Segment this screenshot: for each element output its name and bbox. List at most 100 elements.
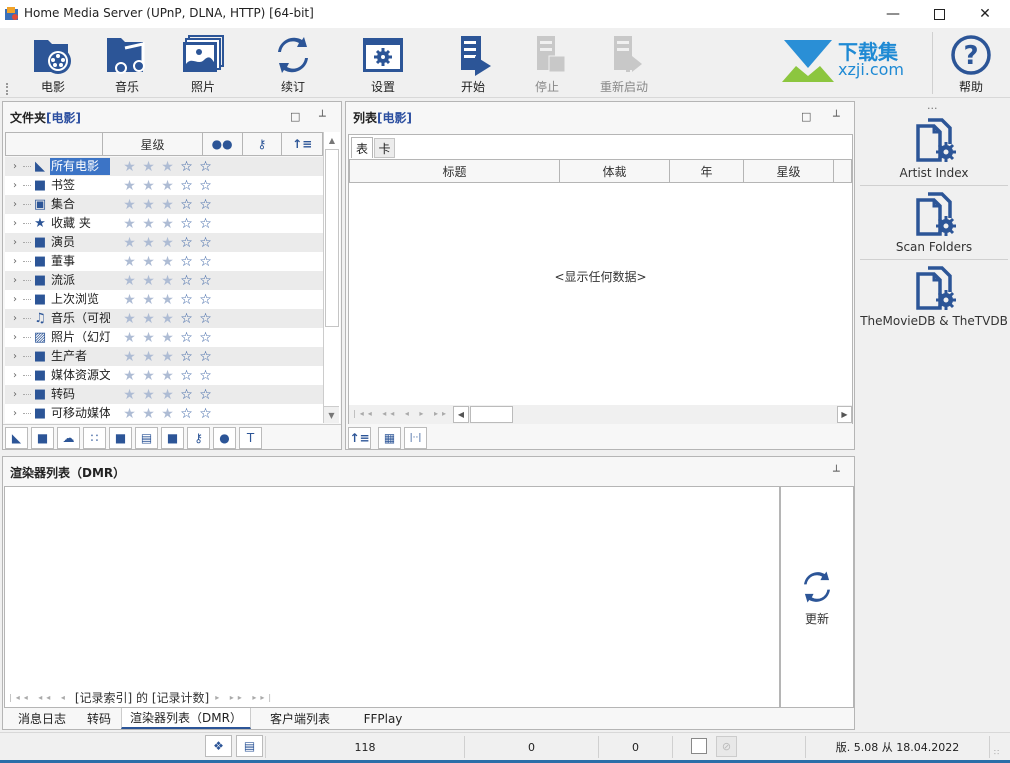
star-filled-icon[interactable]: ★	[158, 350, 177, 364]
star-filled-icon[interactable]: ★	[139, 217, 158, 231]
settings-button[interactable]: 设置	[358, 34, 408, 96]
open-folder-edit-button[interactable]: ◣	[5, 427, 28, 449]
folder-tree-row[interactable]: › ■ 演员 ★ ★ ★ ☆ ☆	[5, 233, 323, 252]
bottom-tab[interactable]: 客户端列表	[251, 708, 349, 729]
star-filled-icon[interactable]: ★	[120, 312, 139, 326]
folder-tree-row[interactable]: › ■ 书签 ★ ★ ★ ☆ ☆	[5, 176, 323, 195]
rating-stars[interactable]: ★ ★ ★ ☆ ☆	[120, 407, 215, 421]
star-filled-icon[interactable]: ★	[139, 388, 158, 402]
star-empty-icon[interactable]: ☆	[196, 160, 215, 174]
star-filled-icon[interactable]: ★	[158, 198, 177, 212]
column-header-rating[interactable]: 星级	[744, 160, 834, 182]
status-network-button[interactable]: ❖	[205, 735, 232, 757]
star-empty-icon[interactable]: ☆	[196, 407, 215, 421]
star-filled-icon[interactable]: ★	[120, 274, 139, 288]
rating-stars[interactable]: ★ ★ ★ ☆ ☆	[120, 198, 215, 212]
star-filled-icon[interactable]: ★	[120, 331, 139, 345]
rating-stars[interactable]: ★ ★ ★ ☆ ☆	[120, 255, 215, 269]
hscroll-right-arrow[interactable]: ▶	[837, 406, 852, 423]
record-nav-prev-arrows[interactable]: |◂◂ ◂◂ ◂	[9, 693, 69, 702]
rating-stars[interactable]: ★ ★ ★ ☆ ☆	[120, 179, 215, 193]
star-empty-icon[interactable]: ☆	[177, 350, 196, 364]
rating-stars[interactable]: ★ ★ ★ ☆ ☆	[120, 350, 215, 364]
star-filled-icon[interactable]: ★	[139, 350, 158, 364]
star-filled-icon[interactable]: ★	[158, 236, 177, 250]
grid-dots-button[interactable]: ∷	[83, 427, 106, 449]
restart-button[interactable]: 重新启动	[596, 34, 652, 96]
star-empty-icon[interactable]: ☆	[196, 293, 215, 307]
rating-stars[interactable]: ★ ★ ★ ☆ ☆	[120, 160, 215, 174]
close-button[interactable]: ✕	[962, 0, 1008, 28]
star-empty-icon[interactable]: ☆	[196, 312, 215, 326]
key-button[interactable]: ⚷	[187, 427, 210, 449]
expand-chevron-icon[interactable]: ›	[13, 275, 23, 286]
expand-chevron-icon[interactable]: ›	[13, 351, 23, 362]
star-empty-icon[interactable]: ☆	[177, 388, 196, 402]
star-filled-icon[interactable]: ★	[139, 274, 158, 288]
status-checkbox[interactable]	[691, 738, 707, 754]
column-fit-button[interactable]: |··|	[404, 427, 427, 449]
column-header-name[interactable]	[6, 133, 104, 155]
side-item-scan-folders[interactable]: Scan Folders	[858, 190, 1010, 254]
star-filled-icon[interactable]: ★	[139, 407, 158, 421]
folder-tree-row[interactable]: › ■ 董事 ★ ★ ★ ☆ ☆	[5, 252, 323, 271]
star-filled-icon[interactable]: ★	[158, 160, 177, 174]
expand-chevron-icon[interactable]: ›	[13, 180, 23, 191]
star-filled-icon[interactable]: ★	[120, 217, 139, 231]
star-filled-icon[interactable]: ★	[158, 369, 177, 383]
star-empty-icon[interactable]: ☆	[177, 274, 196, 288]
removable-media-button[interactable]: ⊘	[716, 736, 737, 757]
folder-tree-row[interactable]: › ■ 可移动媒体 ★ ★ ★ ☆ ☆	[5, 404, 323, 423]
table-settings-button[interactable]: ▦	[378, 427, 401, 449]
star-empty-icon[interactable]: ☆	[177, 255, 196, 269]
maximize-button[interactable]	[916, 0, 962, 28]
star-empty-icon[interactable]: ☆	[196, 255, 215, 269]
expand-chevron-icon[interactable]: ›	[13, 332, 23, 343]
hscroll-left-arrow[interactable]: ◀	[453, 406, 469, 423]
expand-chevron-icon[interactable]: ›	[13, 237, 23, 248]
star-empty-icon[interactable]: ☆	[196, 236, 215, 250]
column-header-year[interactable]: 年	[670, 160, 744, 182]
expand-chevron-icon[interactable]: ›	[13, 199, 23, 210]
maximize-panel-icon[interactable]: □	[290, 110, 300, 123]
people-button[interactable]: ●	[213, 427, 236, 449]
star-empty-icon[interactable]: ☆	[177, 293, 196, 307]
rating-stars[interactable]: ★ ★ ★ ☆ ☆	[120, 369, 215, 383]
scroll-up-arrow[interactable]: ▲	[324, 132, 340, 149]
minimize-button[interactable]: —	[870, 0, 916, 28]
tab-card[interactable]: 卡	[374, 138, 395, 158]
folder-tree-row[interactable]: › ■ 转码 ★ ★ ★ ☆ ☆	[5, 385, 323, 404]
record-nav-next-arrows[interactable]: ▸ ▸▸ ▸▸|	[215, 693, 275, 702]
help-button[interactable]: ? 帮助	[946, 34, 996, 96]
photos-button[interactable]: 照片	[178, 34, 228, 96]
star-empty-icon[interactable]: ☆	[196, 179, 215, 193]
expand-chevron-icon[interactable]: ›	[13, 294, 23, 305]
star-filled-icon[interactable]: ★	[120, 236, 139, 250]
save-button[interactable]: ▤	[135, 427, 158, 449]
star-empty-icon[interactable]: ☆	[196, 198, 215, 212]
expand-chevron-icon[interactable]: ›	[13, 408, 23, 419]
star-filled-icon[interactable]: ★	[158, 331, 177, 345]
star-empty-icon[interactable]: ☆	[177, 407, 196, 421]
star-filled-icon[interactable]: ★	[158, 293, 177, 307]
star-empty-icon[interactable]: ☆	[177, 312, 196, 326]
star-empty-icon[interactable]: ☆	[196, 388, 215, 402]
star-filled-icon[interactable]: ★	[139, 198, 158, 212]
column-header-genre[interactable]: 体裁	[560, 160, 670, 182]
folder-tree-row[interactable]: › ■ 流派 ★ ★ ★ ☆ ☆	[5, 271, 323, 290]
bottom-tab[interactable]: 渲染器列表（DMR）	[121, 708, 251, 729]
star-filled-icon[interactable]: ★	[120, 198, 139, 212]
star-empty-icon[interactable]: ☆	[177, 236, 196, 250]
star-filled-icon[interactable]: ★	[120, 293, 139, 307]
star-empty-icon[interactable]: ☆	[196, 369, 215, 383]
star-filled-icon[interactable]: ★	[158, 312, 177, 326]
column-header-title[interactable]: 标题	[350, 160, 560, 182]
star-empty-icon[interactable]: ☆	[177, 179, 196, 193]
folder-tree-row[interactable]: › ■ 媒体资源文 ★ ★ ★ ☆ ☆	[5, 366, 323, 385]
refresh-button[interactable]: 更新	[780, 486, 854, 708]
side-item-artist-index[interactable]: Artist Index	[858, 116, 1010, 180]
folder-tree-row[interactable]: › ★ 收藏 夹 ★ ★ ★ ☆ ☆	[5, 214, 323, 233]
folder-tree-row[interactable]: › ♫ 音乐（可视 ★ ★ ★ ☆ ☆	[5, 309, 323, 328]
star-filled-icon[interactable]: ★	[120, 255, 139, 269]
scroll-thumb[interactable]	[325, 149, 339, 327]
